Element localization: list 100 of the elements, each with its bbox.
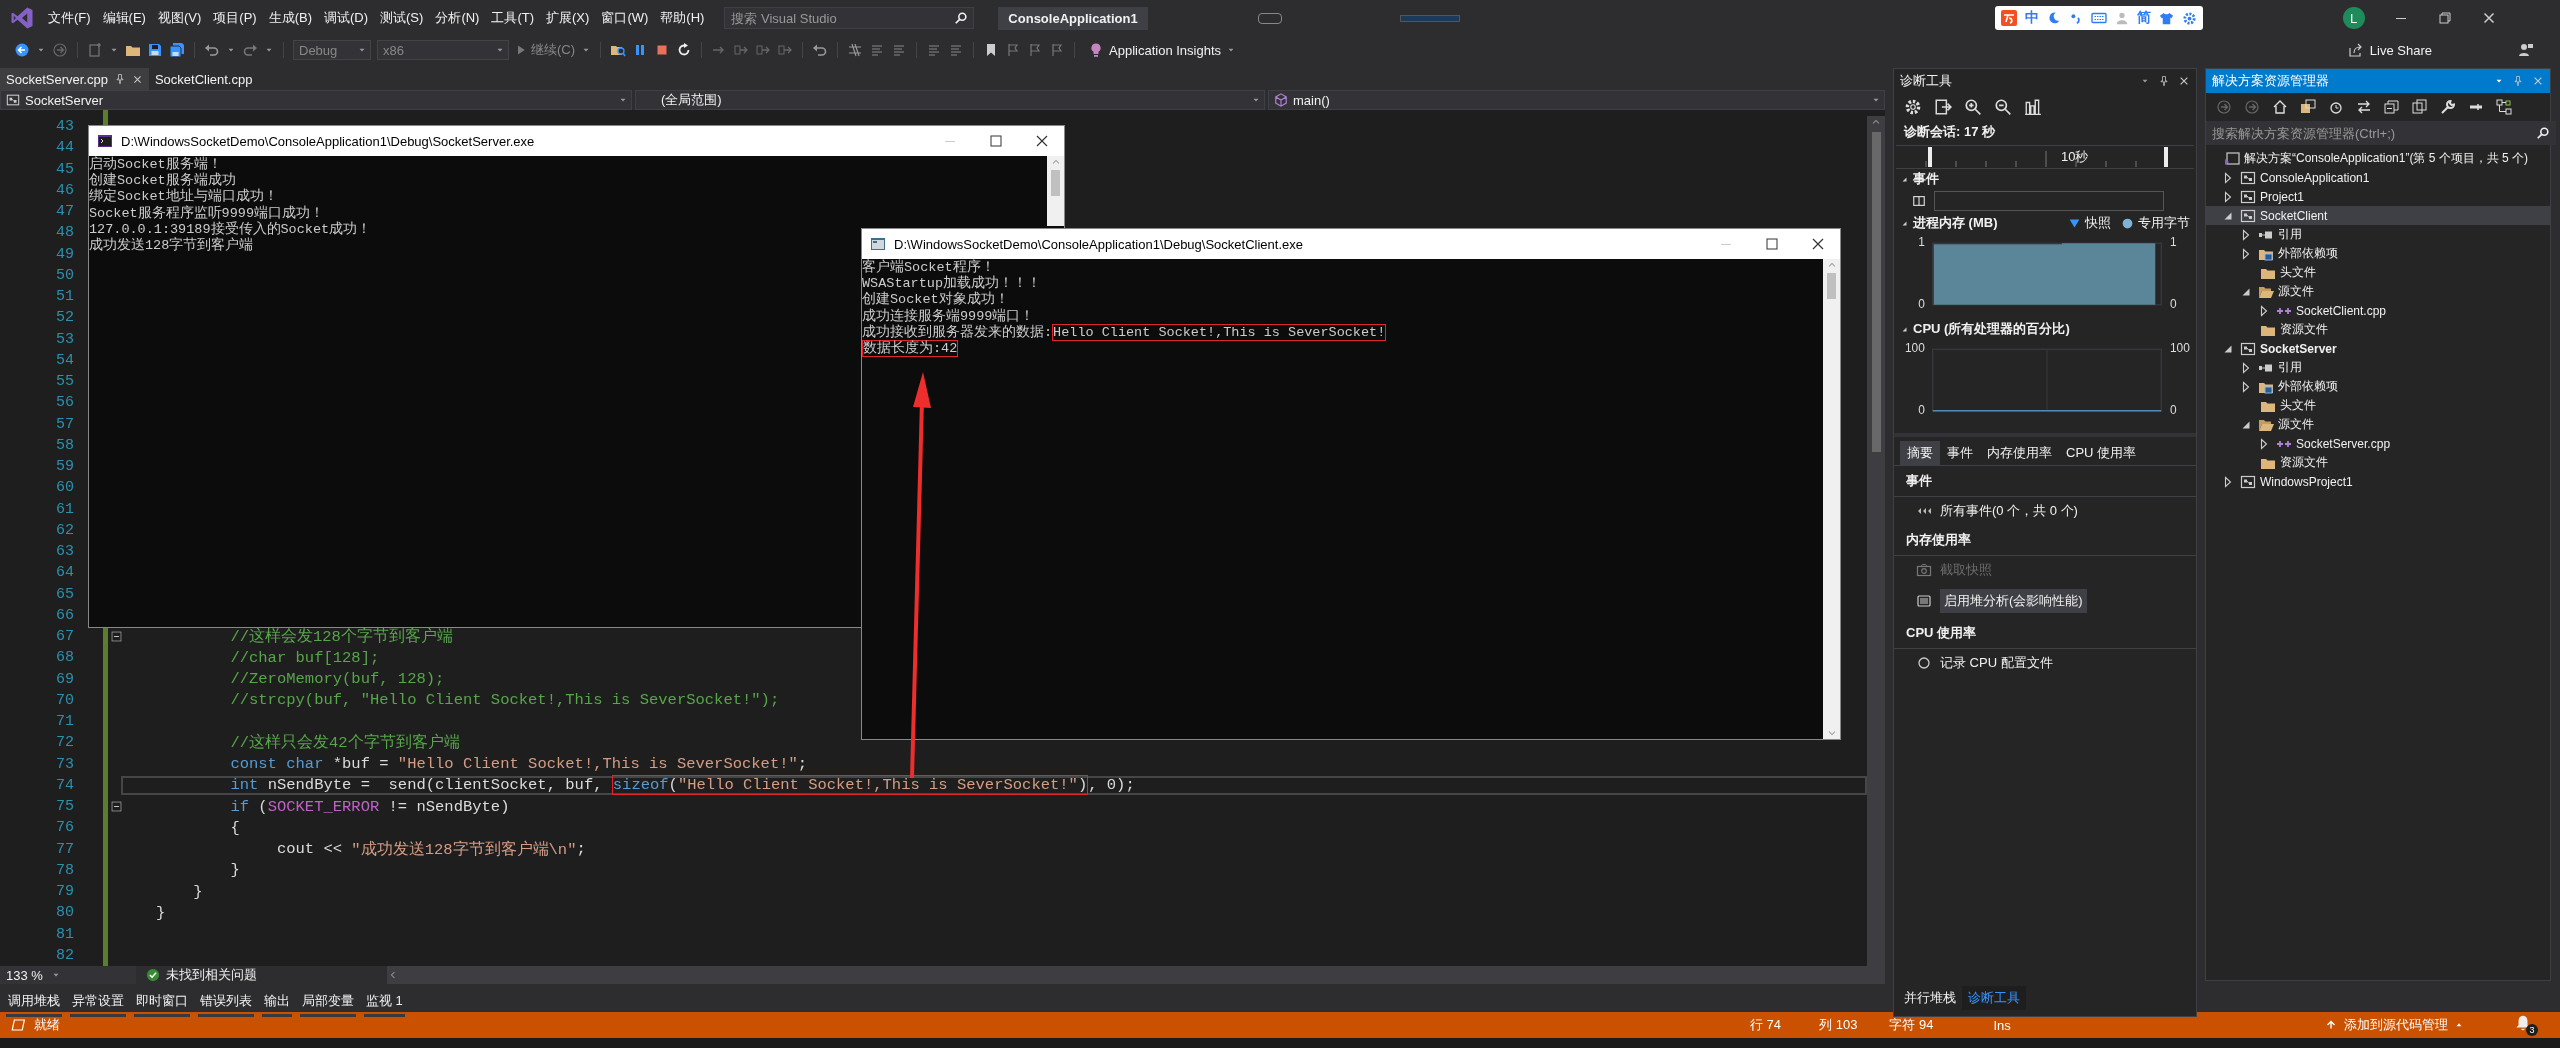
keyboard-icon[interactable]: [2090, 10, 2107, 26]
zoom-dropdown[interactable]: 133 %: [0, 966, 136, 984]
search-field[interactable]: 搜索 Visual Studio: [724, 7, 975, 29]
diagram-icon[interactable]: [2496, 99, 2512, 115]
menu-item[interactable]: 测试(S): [374, 9, 430, 27]
menu-item[interactable]: 工具(T): [485, 9, 541, 27]
forward-icon[interactable]: [2244, 99, 2260, 115]
member-dropdown[interactable]: main(): [1268, 90, 1885, 110]
action-link[interactable]: 所有事件(0 个，共 0 个): [1940, 502, 2078, 520]
back-icon[interactable]: [14, 42, 30, 58]
scrollbar[interactable]: [387, 966, 1885, 984]
menu-item[interactable]: 文件(F): [42, 9, 97, 27]
menu-item[interactable]: 视图(V): [151, 9, 208, 27]
camera-icon[interactable]: [1916, 562, 1932, 578]
tree-item[interactable]: 资源文件: [2206, 453, 2550, 472]
editor-tab[interactable]: SocketClient.cpp: [148, 68, 259, 90]
tree-item[interactable]: SocketServer.cpp: [2206, 434, 2550, 453]
menu-item[interactable]: 分析(N): [429, 9, 486, 27]
properties-icon[interactable]: [2440, 99, 2456, 115]
panel-tab[interactable]: 并行堆栈: [1898, 986, 1962, 1010]
pin-icon[interactable]: [113, 73, 126, 85]
radio-icon[interactable]: [1916, 655, 1932, 671]
settings-icon[interactable]: [1904, 98, 1922, 116]
scrollbar[interactable]: [1867, 116, 1885, 966]
new-item-icon[interactable]: [87, 42, 103, 58]
tree-item[interactable]: 外部依赖项: [2206, 377, 2550, 396]
script-mode[interactable]: 简: [2136, 9, 2151, 27]
shirt-icon[interactable]: [2158, 10, 2174, 26]
scroll-thumb[interactable]: [1827, 273, 1836, 299]
notifications-button[interactable]: 3: [2514, 1014, 2538, 1036]
collapse-icon[interactable]: [109, 800, 123, 814]
scrollbar[interactable]: [1823, 259, 1840, 739]
collapse-icon[interactable]: [109, 630, 123, 644]
tree-item[interactable]: SocketClient: [2206, 206, 2550, 225]
switch-views-icon[interactable]: [2300, 99, 2316, 115]
configuration-dropdown[interactable]: Debug: [293, 40, 371, 60]
tree-item[interactable]: 资源文件: [2206, 320, 2550, 339]
tree-item[interactable]: 源文件: [2206, 282, 2550, 301]
maximize-icon[interactable]: [988, 133, 1004, 149]
menu-item[interactable]: 帮助(H): [654, 9, 711, 27]
search-field[interactable]: 搜索解决方案资源管理器(Ctrl+;): [2206, 121, 2556, 145]
close-icon[interactable]: [1034, 133, 1050, 149]
tree-item[interactable]: 头文件: [2206, 396, 2550, 415]
close-icon[interactable]: [2178, 75, 2190, 87]
action-link[interactable]: 启用堆分析(会影响性能): [1940, 589, 2087, 613]
platform-dropdown[interactable]: x86: [377, 40, 509, 60]
close-icon[interactable]: [131, 73, 143, 85]
hatch-icon[interactable]: [847, 42, 864, 58]
scope-dropdown[interactable]: (全局范围): [635, 90, 1265, 110]
panel-tab[interactable]: 摘要: [1900, 441, 1940, 465]
account-avatar[interactable]: L: [2342, 7, 2365, 29]
insights-button[interactable]: Application Insights: [1088, 42, 1237, 58]
source-control-button[interactable]: 添加到源代码管理: [2324, 1016, 2464, 1034]
panel-tab[interactable]: CPU 使用率: [2059, 441, 2144, 465]
tree-item[interactable]: SocketServer: [2206, 339, 2550, 358]
tree-item[interactable]: 源文件: [2206, 415, 2550, 434]
tree-item[interactable]: Project1: [2206, 187, 2550, 206]
menu-item[interactable]: 编辑(E): [96, 9, 152, 27]
zoom-in-icon[interactable]: [1964, 98, 1982, 116]
continue-button[interactable]: 继续(C): [515, 41, 576, 59]
heap-icon[interactable]: [1916, 593, 1932, 609]
export-icon[interactable]: [1934, 98, 1952, 116]
home-icon[interactable]: [2272, 99, 2288, 115]
tree-item[interactable]: ConsoleApplication1: [2206, 168, 2550, 187]
copy-icon[interactable]: [2412, 99, 2428, 115]
forward-icon[interactable]: [52, 42, 68, 58]
zoom-out-icon[interactable]: [1994, 98, 2012, 116]
tree-item[interactable]: 外部依赖项: [2206, 244, 2550, 263]
input-mode[interactable]: 中: [2024, 9, 2039, 27]
tree-item[interactable]: 头文件: [2206, 263, 2550, 282]
tree-item[interactable]: 解决方案“ConsoleApplication1”(第 5 个项目，共 5 个): [2206, 149, 2550, 168]
menu-item[interactable]: 窗口(W): [595, 9, 655, 27]
save-all-icon[interactable]: [169, 42, 185, 58]
panel-tab[interactable]: 事件: [1940, 441, 1980, 465]
menu-item[interactable]: 项目(P): [207, 9, 263, 27]
save-icon[interactable]: [147, 42, 163, 58]
collapse-all-icon[interactable]: [2384, 99, 2400, 115]
live-share-button[interactable]: Live Share: [2347, 42, 2432, 58]
sync-icon[interactable]: [2356, 99, 2372, 115]
chart-icon[interactable]: [2024, 98, 2042, 116]
undo-icon[interactable]: [204, 42, 220, 58]
scroll-thumb[interactable]: [1871, 132, 1881, 452]
panel-tab[interactable]: 诊断工具: [1962, 986, 2026, 1010]
restore-icon[interactable]: [2436, 10, 2453, 26]
close-icon[interactable]: [1810, 236, 1826, 252]
undo-icon[interactable]: [812, 42, 829, 58]
columns-icon[interactable]: [1912, 194, 1926, 208]
action-link[interactable]: 记录 CPU 配置文件: [1940, 654, 2053, 672]
tree-item[interactable]: SocketClient.cpp: [2206, 301, 2550, 320]
scroll-thumb[interactable]: [1051, 170, 1060, 196]
menu-item[interactable]: 调试(D): [318, 9, 375, 27]
redo-icon[interactable]: [242, 42, 258, 58]
menu-item[interactable]: 扩展(X): [540, 9, 596, 27]
panel-tab[interactable]: 内存使用率: [1980, 441, 2059, 465]
feedback-icon[interactable]: [2518, 42, 2534, 58]
project-dropdown[interactable]: SocketServer: [0, 90, 632, 110]
tree-item[interactable]: WindowsProject1: [2206, 472, 2550, 491]
menu-item[interactable]: 生成(B): [262, 9, 318, 27]
tree-item[interactable]: 引用: [2206, 225, 2550, 244]
scrollbar[interactable]: [1047, 156, 1064, 226]
